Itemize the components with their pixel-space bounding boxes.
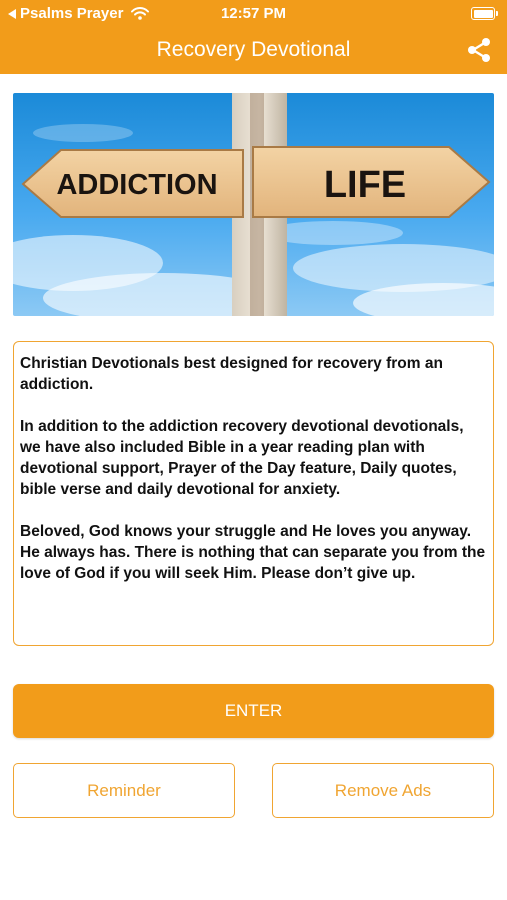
status-bar: Psalms Prayer 12:57 PM — [0, 0, 507, 28]
sign-left-text: ADDICTION — [56, 169, 217, 201]
description-box: Christian Devotionals best designed for … — [13, 341, 494, 646]
reminder-button[interactable]: Reminder — [13, 763, 235, 818]
signpost-illustration: ADDICTION LIFE — [13, 93, 494, 316]
description-paragraph-1: Christian Devotionals best designed for … — [20, 355, 443, 393]
status-time: 12:57 PM — [220, 5, 287, 22]
description-paragraph-3: Beloved, God knows your struggle and He … — [20, 523, 486, 582]
hero-image: ADDICTION LIFE — [13, 93, 494, 316]
page-title: Recovery Devotional — [156, 38, 351, 61]
top-bar: Psalms Prayer 12:57 PM Recovery Devotion… — [0, 0, 507, 74]
description-paragraph-2: In addition to the addiction recovery de… — [20, 418, 464, 498]
remove-ads-button[interactable]: Remove Ads — [272, 763, 494, 818]
share-icon[interactable] — [465, 36, 493, 64]
battery-icon — [471, 7, 498, 20]
sign-right-text: LIFE — [324, 164, 406, 206]
enter-button[interactable]: ENTER — [13, 684, 494, 738]
